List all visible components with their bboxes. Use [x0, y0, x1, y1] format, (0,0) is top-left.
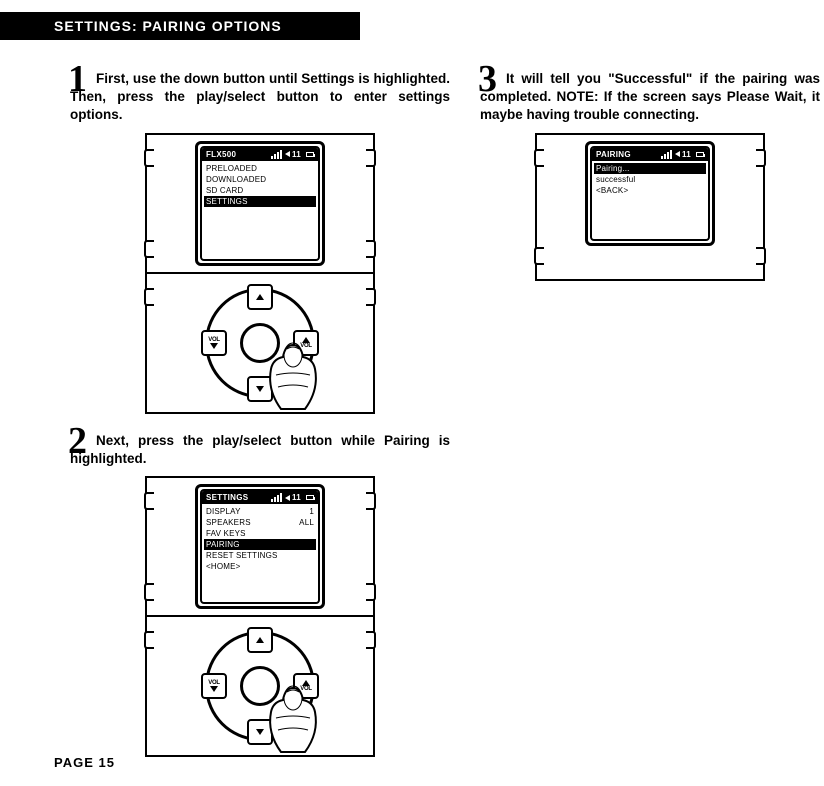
dpad-area: VOL VOL: [153, 623, 367, 749]
menu-item: SPEAKERSALL: [206, 517, 314, 528]
dpad-area: VOL VOL: [153, 280, 367, 406]
step-1-text: First, use the down button until Setting…: [70, 70, 450, 125]
device-mock-2: SETTINGS 11 DISPLAY1 SPEAKERSALL FAV KEY…: [145, 476, 375, 757]
step-2: 2 Next, press the play/select button whi…: [70, 432, 450, 468]
page-title: SETTINGS: PAIRING OPTIONS: [54, 18, 282, 34]
dpad-down-button: [247, 719, 273, 745]
menu-item-highlighted: Pairing...: [594, 163, 706, 174]
device-screen-panel-3: PAIRING 11 Pairing... successful <BACK>: [535, 133, 765, 281]
volume-indicator: 11: [285, 150, 301, 159]
dpad-left-vol-button: VOL: [201, 673, 227, 699]
menu-item: PRELOADED: [206, 163, 314, 174]
device-edge-icon: [366, 288, 376, 306]
dpad: VOL VOL: [205, 631, 315, 741]
lcd-title: PAIRING: [596, 150, 631, 159]
device-dpad-panel-2: VOL VOL: [145, 615, 375, 757]
device-edge-icon: [366, 492, 376, 510]
dpad-right-vol-button: VOL: [293, 673, 319, 699]
menu-item: FAV KEYS: [206, 528, 314, 539]
lcd-menu-1: PRELOADED DOWNLOADED SD CARD SETTINGS: [202, 161, 318, 209]
menu-item: DOWNLOADED: [206, 174, 314, 185]
dpad-select-button: [240, 323, 280, 363]
device-edge-icon: [144, 583, 154, 601]
triangle-up-icon: [256, 637, 264, 643]
triangle-down-icon: [256, 386, 264, 392]
lcd-screen-3: PAIRING 11 Pairing... successful <BACK>: [590, 146, 710, 241]
device-edge-icon: [534, 247, 544, 265]
lcd-bezel: FLX500 11 PRELOADED DOWNLOADED SD CARD: [195, 141, 325, 266]
triangle-down-icon: [210, 686, 218, 692]
lcd-title: SETTINGS: [206, 493, 248, 502]
device-mock-3: PAIRING 11 Pairing... successful <BACK>: [535, 133, 765, 281]
menu-item: RESET SETTINGS: [206, 550, 314, 561]
menu-item: <BACK>: [596, 185, 704, 196]
step-2-text: Next, press the play/select button while…: [70, 432, 450, 468]
device-edge-icon: [756, 247, 766, 265]
device-edge-icon: [366, 240, 376, 258]
triangle-down-icon: [210, 343, 218, 349]
step-1-number: 1: [68, 60, 87, 98]
device-edge-icon: [144, 492, 154, 510]
step-3-text: It will tell you "Successful" if the pai…: [480, 70, 820, 125]
battery-icon: [696, 152, 704, 157]
device-edge-icon: [144, 149, 154, 167]
speaker-icon: [285, 495, 290, 501]
battery-icon: [306, 152, 314, 157]
menu-item-highlighted: PAIRING: [204, 539, 316, 550]
step-1: 1 First, use the down button until Setti…: [70, 70, 450, 125]
menu-item: successful: [596, 174, 704, 185]
left-column: 1 First, use the down button until Setti…: [70, 70, 450, 775]
dpad-select-button: [240, 666, 280, 706]
device-edge-icon: [144, 240, 154, 258]
page-title-bar: SETTINGS: PAIRING OPTIONS: [0, 12, 360, 40]
step-2-number: 2: [68, 422, 87, 460]
lcd-status-bar: PAIRING 11: [592, 148, 708, 161]
device-edge-icon: [534, 149, 544, 167]
menu-item: DISPLAY1: [206, 506, 314, 517]
volume-indicator: 11: [285, 493, 301, 502]
signal-icon: [271, 493, 282, 502]
step-3: 3 It will tell you "Successful" if the p…: [480, 70, 820, 125]
dpad-right-vol-button: VOL: [293, 330, 319, 356]
lcd-screen-2: SETTINGS 11 DISPLAY1 SPEAKERSALL FAV KEY…: [200, 489, 320, 604]
device-screen-panel-2: SETTINGS 11 DISPLAY1 SPEAKERSALL FAV KEY…: [145, 476, 375, 617]
lcd-status-bar: FLX500 11: [202, 148, 318, 161]
dpad: VOL VOL: [205, 288, 315, 398]
lcd-bezel: PAIRING 11 Pairing... successful <BACK>: [585, 141, 715, 246]
triangle-up-icon: [256, 294, 264, 300]
step-3-number: 3: [478, 60, 497, 98]
battery-icon: [306, 495, 314, 500]
lcd-status-bar: SETTINGS 11: [202, 491, 318, 504]
dpad-left-vol-button: VOL: [201, 330, 227, 356]
dpad-up-button: [247, 284, 273, 310]
lcd-screen-1: FLX500 11 PRELOADED DOWNLOADED SD CARD: [200, 146, 320, 261]
lcd-menu-3: Pairing... successful <BACK>: [592, 161, 708, 198]
lcd-menu-2: DISPLAY1 SPEAKERSALL FAV KEYS PAIRING RE…: [202, 504, 318, 574]
triangle-down-icon: [256, 729, 264, 735]
speaker-icon: [285, 151, 290, 157]
lcd-bezel: SETTINGS 11 DISPLAY1 SPEAKERSALL FAV KEY…: [195, 484, 325, 609]
lcd-title: FLX500: [206, 150, 236, 159]
device-edge-icon: [366, 583, 376, 601]
menu-item-highlighted: SETTINGS: [204, 196, 316, 207]
device-edge-icon: [756, 149, 766, 167]
device-mock-1: FLX500 11 PRELOADED DOWNLOADED SD CARD: [145, 133, 375, 414]
device-edge-icon: [366, 631, 376, 649]
menu-item: <HOME>: [206, 561, 314, 572]
right-column: 3 It will tell you "Successful" if the p…: [480, 70, 820, 299]
volume-indicator: 11: [675, 150, 691, 159]
menu-item: SD CARD: [206, 185, 314, 196]
signal-icon: [661, 150, 672, 159]
signal-icon: [271, 150, 282, 159]
dpad-up-button: [247, 627, 273, 653]
speaker-icon: [675, 151, 680, 157]
page-root: SETTINGS: PAIRING OPTIONS 1 First, use t…: [0, 0, 824, 786]
device-edge-icon: [366, 149, 376, 167]
device-screen-panel-1: FLX500 11 PRELOADED DOWNLOADED SD CARD: [145, 133, 375, 274]
page-number: PAGE 15: [54, 755, 115, 770]
dpad-down-button: [247, 376, 273, 402]
device-dpad-panel-1: VOL VOL: [145, 272, 375, 414]
